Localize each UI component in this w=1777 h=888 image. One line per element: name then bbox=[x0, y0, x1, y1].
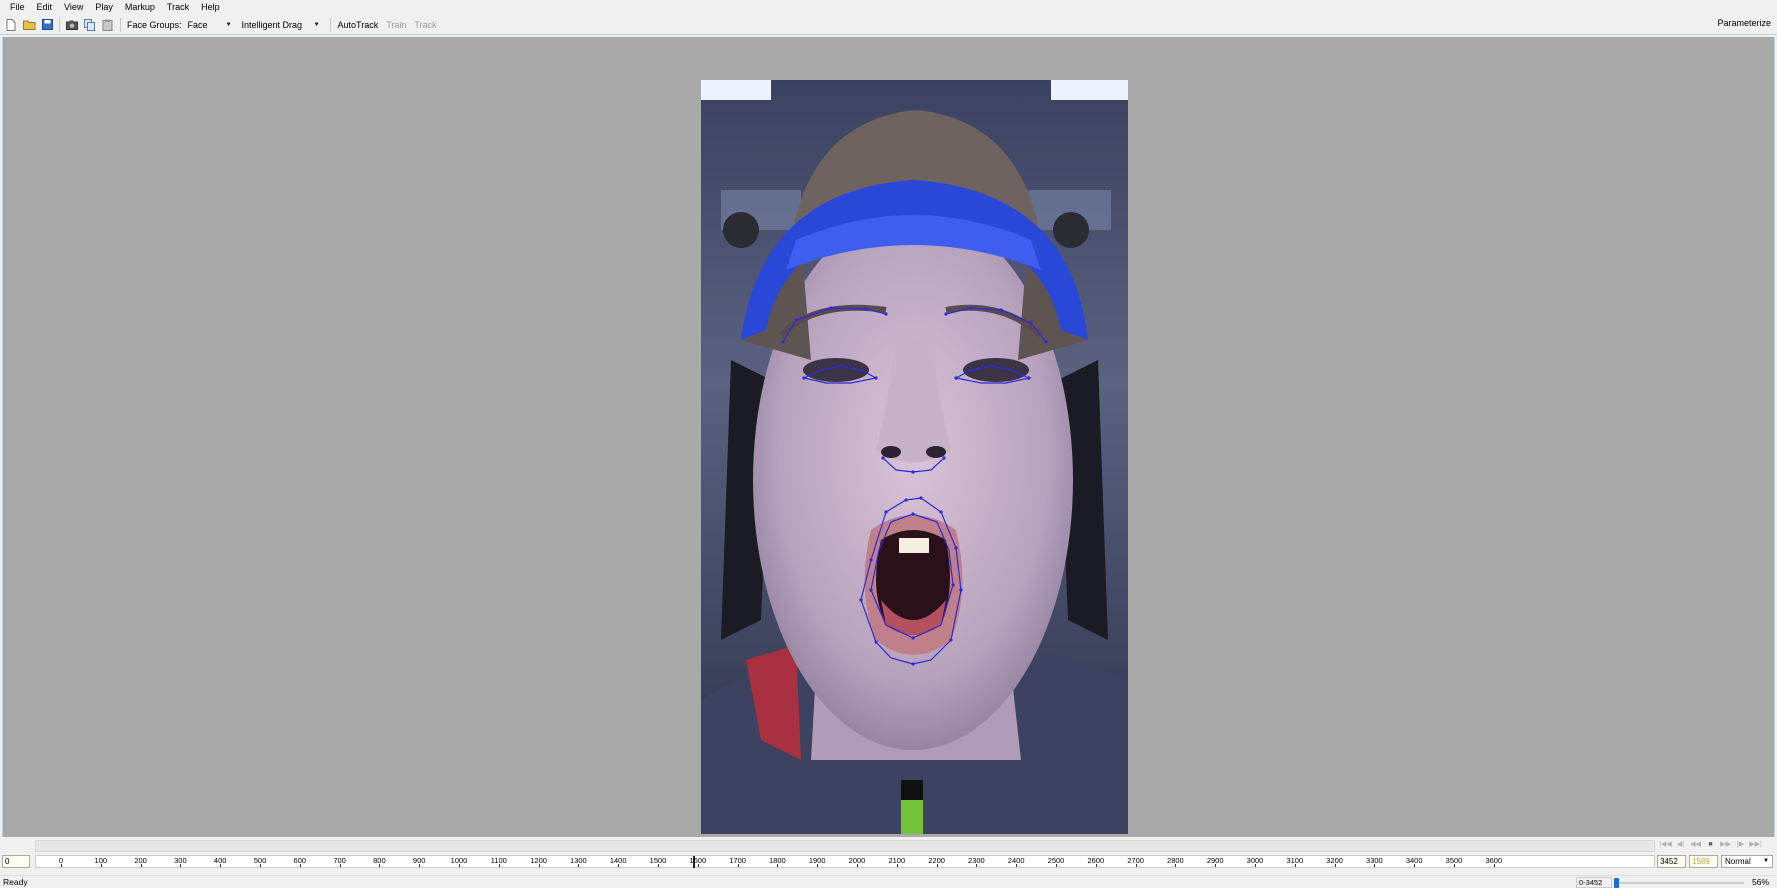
timeline-tick bbox=[936, 864, 938, 867]
first-frame-icon[interactable]: |◀◀ bbox=[1658, 839, 1673, 851]
timeline-tick bbox=[618, 864, 620, 867]
save-icon[interactable] bbox=[40, 18, 54, 32]
timeline-tick bbox=[976, 864, 978, 867]
paste-icon[interactable] bbox=[101, 18, 115, 32]
timeline-tick bbox=[538, 864, 540, 867]
toolbar-separator bbox=[329, 17, 331, 32]
timeline-tick bbox=[737, 864, 739, 867]
playback-speed-select[interactable]: Normal ▼ bbox=[1721, 855, 1773, 868]
end-frame-input[interactable]: 3452 bbox=[1657, 855, 1686, 868]
menu-track[interactable]: Track bbox=[161, 0, 195, 15]
timeline-tick bbox=[1095, 864, 1097, 867]
zoom-slider[interactable] bbox=[1614, 878, 1744, 888]
timeline-tick bbox=[1215, 864, 1217, 867]
timeline-tick bbox=[1414, 864, 1416, 867]
frame-range: 0-3452 bbox=[1576, 877, 1612, 888]
timeline: |◀◀ ◀| ◀◀ ■ ▶▶ |▶ ▶▶| 0 0 100 200 300 400 500… bbox=[0, 837, 1777, 875]
timeline-ruler[interactable]: 0 100 200 300 400 500 600 700 800 900 1000 1100 1200… bbox=[35, 855, 1655, 868]
status-bar: Ready 0-3452 56% bbox=[0, 875, 1777, 888]
menu-edit[interactable]: Edit bbox=[31, 0, 59, 15]
face-groups-value: Face bbox=[187, 19, 208, 30]
play-icon[interactable]: ■ bbox=[1703, 839, 1718, 851]
next-frame-icon[interactable]: ▶▶ bbox=[1718, 839, 1733, 851]
autotrack-button[interactable]: AutoTrack bbox=[334, 20, 383, 30]
timeline-tick bbox=[1374, 864, 1376, 867]
new-file-icon[interactable] bbox=[4, 18, 18, 32]
timeline-tick bbox=[339, 864, 341, 867]
timeline-tick bbox=[1056, 864, 1057, 867]
menu-help[interactable]: Help bbox=[195, 0, 226, 15]
timeline-tick bbox=[578, 864, 580, 867]
timeline-tick bbox=[299, 864, 301, 867]
timeline-tick bbox=[1334, 864, 1336, 867]
timeline-tick bbox=[1255, 864, 1256, 867]
timeline-tick bbox=[1016, 864, 1018, 867]
timeline-tick bbox=[498, 864, 500, 867]
menu-markup[interactable]: Markup bbox=[119, 0, 161, 15]
train-button[interactable]: Train bbox=[382, 20, 410, 30]
status-text: Ready bbox=[3, 877, 28, 887]
timeline-tick bbox=[459, 864, 460, 867]
toolbar-separator bbox=[59, 17, 60, 32]
timeline-tick bbox=[61, 864, 62, 867]
timeline-tick bbox=[260, 864, 261, 867]
menu-file[interactable]: File bbox=[4, 0, 31, 15]
menu-view[interactable]: View bbox=[58, 0, 89, 15]
timeline-scrollbar[interactable] bbox=[35, 840, 1655, 852]
zoom-slider-thumb[interactable] bbox=[1614, 878, 1619, 888]
timeline-tick bbox=[817, 864, 819, 867]
prev-key-icon[interactable]: ◀| bbox=[1673, 839, 1688, 851]
current-frame-input[interactable]: 1589 bbox=[1689, 855, 1718, 868]
face-groups-select[interactable]: Face ▼ bbox=[185, 18, 235, 32]
timeline-tick bbox=[1454, 864, 1455, 867]
timeline-tick bbox=[658, 864, 659, 867]
viewport[interactable] bbox=[2, 37, 1775, 837]
timeline-tick bbox=[697, 864, 699, 867]
timeline-tick bbox=[1493, 864, 1495, 867]
chevron-down-icon: ▼ bbox=[313, 21, 320, 28]
last-frame-icon[interactable]: ▶▶| bbox=[1748, 839, 1763, 851]
camera-icon[interactable] bbox=[65, 18, 79, 32]
prev-frame-icon[interactable]: ◀◀ bbox=[1688, 839, 1703, 851]
chevron-down-icon: ▼ bbox=[225, 21, 232, 28]
menu-bar: File Edit View Play Markup Track Help bbox=[0, 0, 1777, 15]
timeline-tick bbox=[379, 864, 381, 867]
timeline-tick bbox=[100, 864, 102, 867]
timeline-tick bbox=[180, 864, 182, 867]
open-folder-icon[interactable] bbox=[22, 18, 36, 32]
toolbar: Face Groups: Face ▼ Intelligent Drag ▼ A… bbox=[0, 15, 1777, 35]
video-frame[interactable] bbox=[701, 80, 1128, 834]
drag-mode-value: Intelligent Drag bbox=[241, 19, 303, 30]
face-groups-label: Face Groups: bbox=[127, 19, 182, 30]
next-key-icon[interactable]: |▶ bbox=[1733, 839, 1748, 851]
timeline-tick bbox=[419, 864, 421, 867]
timeline-tick bbox=[896, 864, 898, 867]
parameterize-button[interactable]: Parameterize bbox=[1717, 18, 1771, 28]
menu-play[interactable]: Play bbox=[89, 0, 119, 15]
transport-controls: |◀◀ ◀| ◀◀ ■ ▶▶ |▶ ▶▶| bbox=[1658, 839, 1763, 851]
playback-speed-value: Normal bbox=[1725, 857, 1751, 866]
copy-icon[interactable] bbox=[83, 18, 97, 32]
timeline-tick bbox=[140, 864, 142, 867]
start-frame-input[interactable]: 0 bbox=[2, 855, 30, 868]
chevron-down-icon: ▼ bbox=[1763, 858, 1769, 864]
timeline-tick bbox=[1175, 864, 1177, 867]
timeline-tick bbox=[857, 864, 858, 867]
timeline-tick bbox=[777, 864, 779, 867]
timeline-tick bbox=[220, 864, 222, 867]
timeline-tick bbox=[1294, 864, 1296, 867]
drag-mode-select[interactable]: Intelligent Drag ▼ bbox=[239, 18, 323, 32]
toolbar-separator bbox=[120, 17, 121, 32]
track-button[interactable]: Track bbox=[410, 20, 440, 30]
timeline-tick bbox=[1135, 864, 1137, 867]
zoom-level: 56% bbox=[1752, 877, 1770, 887]
app-window: File Edit View Play Markup Track Help Fa… bbox=[0, 0, 1777, 888]
